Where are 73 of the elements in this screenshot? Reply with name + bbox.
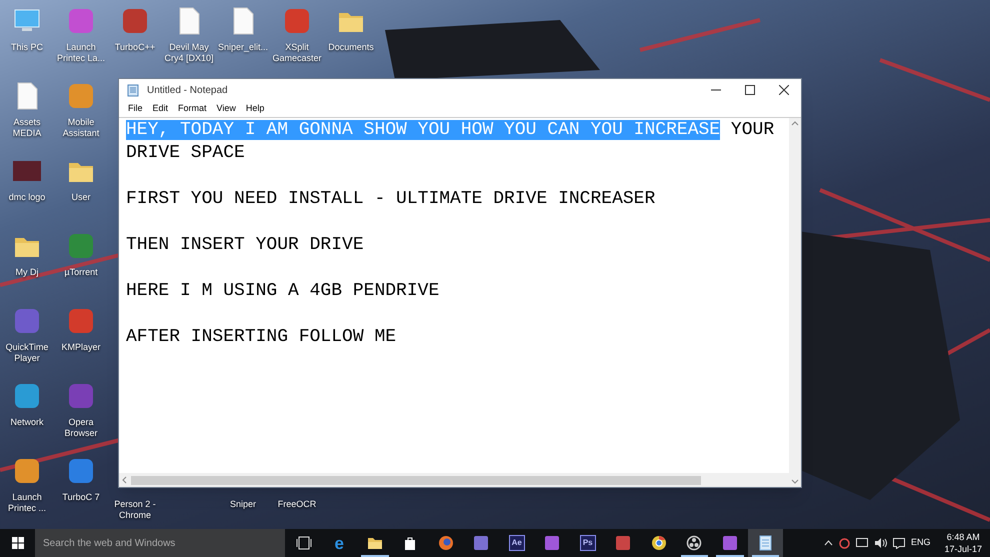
icon-label[interactable]: FreeOCR [270,499,324,510]
icon-label[interactable]: µTorrent [54,267,108,278]
app-icon [12,306,42,336]
icon-label[interactable]: XSplit Gamecaster [270,42,324,64]
app-icon [66,456,96,486]
icon-label[interactable]: Devil May Cry4 [DX10] [162,42,216,64]
clock[interactable]: 6:48 AM 17-Jul-17 [944,531,982,555]
app-icon [722,535,738,551]
text-paragraph: AFTER INSERTING FOLLOW ME [126,326,398,349]
icon-label[interactable]: Opera Browser [54,417,108,439]
menu-item[interactable]: Format [173,102,212,116]
search-field[interactable]: Search the web and Windows [35,529,285,557]
app-icon [66,381,96,411]
menu-item[interactable]: Help [240,102,270,116]
icon-label[interactable]: Sniper_elit... [216,42,270,53]
icon-label[interactable]: Assets MEDIA [0,117,54,139]
icon-label[interactable]: Person 2 - Chrome [108,499,162,521]
icon-label[interactable]: dmc logo [0,192,54,203]
app-icon [66,6,96,36]
message-icon [892,538,905,548]
text-paragraph: HEY, TODAY I AM GONNA SHOW YOU HOW YOU CAN YOU INCREASE YOUR DRIVE SPACE [126,119,776,165]
circle-icon [838,538,850,548]
notepad-icon [127,84,139,96]
language-indicator[interactable]: ENG [910,536,930,550]
text-paragraph: HERE I M USING A 4GB PENDRIVE [126,280,440,303]
edge-icon: e [334,534,344,552]
app-tile-icon: Ps [580,535,596,551]
close-icon [779,85,789,95]
notepad-icon [757,535,774,551]
app-icon [615,535,632,551]
app-icon [66,231,96,261]
icon-label[interactable]: QuickTime Player [0,342,54,364]
folder-icon [366,535,383,551]
menu-item[interactable]: Edit [148,102,174,116]
circle-icon [686,535,702,551]
taskbar-button[interactable]: Ae [499,529,534,557]
app-icon [66,306,96,336]
icon-label[interactable]: TurboC 7 [54,492,108,503]
globe-icon [438,535,454,551]
app-icon [12,456,42,486]
app-icon [12,381,42,411]
icon-label[interactable]: My Dj [0,267,54,278]
menu-item[interactable]: File [123,102,148,116]
menu-item[interactable]: View [212,102,241,116]
taskbar-button[interactable] [748,529,783,557]
icon-label[interactable]: KMPlayer [54,342,108,353]
app-icon [473,535,490,551]
task-view-icon [296,535,312,551]
scrollbar-thumb[interactable] [131,476,701,484]
icon-label[interactable]: Network [0,417,54,428]
window-title: Untitled - Notepad [147,84,228,98]
chevron-up-icon [824,540,833,546]
app-icon [544,535,560,551]
icon-label[interactable]: User [54,192,108,203]
horizontal-scrollbar[interactable] [119,473,789,487]
app-icon [120,6,150,36]
vertical-scrollbar[interactable] [789,118,801,487]
windows-logo-icon [12,537,24,549]
minimize-icon [711,89,721,91]
text-paragraph: FIRST YOU NEED INSTALL - ULTIMATE DRIVE INCREASER [126,188,656,211]
icon-label[interactable]: Launch Printec ... [0,492,54,514]
icon-label[interactable]: Documents [324,42,378,53]
taskbar-button[interactable]: e [322,529,357,557]
text-paragraph: THEN INSERT YOUR DRIVE [126,234,365,257]
icon-label[interactable]: TurboC++ [108,42,162,53]
app-tile-icon: Ae [508,535,525,551]
speaker-icon [874,538,887,548]
maximize-icon [745,85,755,95]
taskbar-button[interactable]: Ps [570,529,606,557]
icon-label[interactable]: Sniper [216,499,270,510]
app-icon [66,81,96,111]
app-icon [282,6,312,36]
icon-label[interactable]: Mobile Assistant [54,117,108,139]
